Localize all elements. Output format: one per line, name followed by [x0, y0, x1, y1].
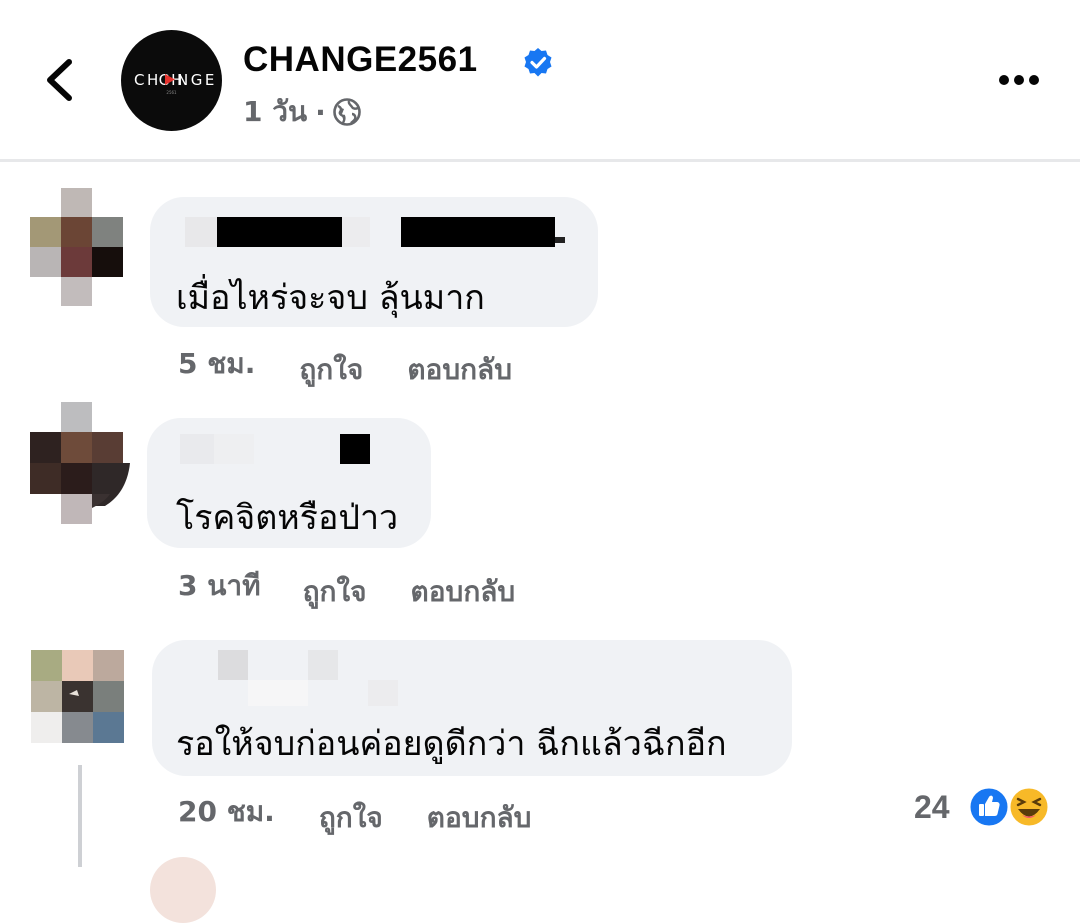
like-button[interactable]: ถูกใจ: [299, 348, 363, 392]
back-button[interactable]: [38, 52, 86, 108]
comment-time[interactable]: 20 ชม.: [178, 790, 275, 834]
comment-actions: 20 ชม. ถูกใจ ตอบกลับ: [178, 790, 531, 834]
reaction-count[interactable]: 24: [914, 789, 950, 826]
commenter-name-redacted: [180, 432, 380, 466]
svg-text:2561: 2561: [166, 90, 177, 95]
svg-text:NGE: NGE: [177, 71, 217, 89]
post-header: CH CH NGE 2561 CHANGE2561 1 วัน ·: [0, 0, 1080, 160]
pixelated-avatar: [30, 188, 123, 306]
back-arrow-icon: [47, 59, 72, 101]
post-meta: 1 วัน ·: [243, 92, 362, 132]
meta-separator: ·: [315, 95, 326, 129]
comment-time[interactable]: 3 นาที: [178, 564, 261, 608]
more-options-button[interactable]: [996, 66, 1042, 94]
header-divider: [0, 159, 1080, 162]
pixelated-avatar: [31, 650, 124, 743]
comment-actions: 5 ชม. ถูกใจ ตอบกลับ: [178, 342, 512, 386]
page-avatar[interactable]: CH CH NGE 2561: [121, 30, 222, 131]
svg-text:CH: CH: [134, 71, 161, 89]
reaction-icons[interactable]: [966, 784, 1056, 830]
commenter-name-redacted: [185, 215, 575, 249]
commenter-avatar[interactable]: [30, 402, 132, 524]
reply-button[interactable]: ตอบกลับ: [411, 570, 516, 614]
like-reaction-icon: [967, 785, 1011, 829]
commenter-avatar[interactable]: [31, 650, 124, 743]
pixelated-avatar: [30, 402, 130, 524]
comment-time[interactable]: 5 ชม.: [178, 342, 255, 386]
comment-text: เมื่อไหร่จะจบ ลุ้นมาก: [176, 278, 485, 318]
post-time[interactable]: 1 วัน: [243, 90, 307, 134]
reply-button[interactable]: ตอบกลับ: [427, 796, 532, 840]
page-name[interactable]: CHANGE2561: [243, 40, 478, 80]
like-button[interactable]: ถูกใจ: [319, 796, 383, 840]
like-button[interactable]: ถูกใจ: [303, 570, 367, 614]
commenter-name-redacted: [180, 650, 410, 710]
more-options-icon: [999, 75, 1039, 85]
haha-reaction-icon: [1007, 785, 1051, 829]
comment-actions: 3 นาที ถูกใจ ตอบกลับ: [178, 564, 515, 608]
verified-badge-icon: [524, 48, 552, 77]
reply-button[interactable]: ตอบกลับ: [407, 348, 512, 392]
comment-text: รอให้จบก่อนค่อยดูดีกว่า ฉีกแล้วฉีกอีก: [176, 724, 727, 764]
comment-text: โรคจิตหรือป่าว: [176, 498, 399, 538]
change-logo-icon: CH CH NGE 2561: [134, 71, 217, 95]
globe-icon: [332, 98, 361, 126]
reply-thread-line: [78, 765, 82, 867]
commenter-avatar[interactable]: [30, 188, 126, 306]
